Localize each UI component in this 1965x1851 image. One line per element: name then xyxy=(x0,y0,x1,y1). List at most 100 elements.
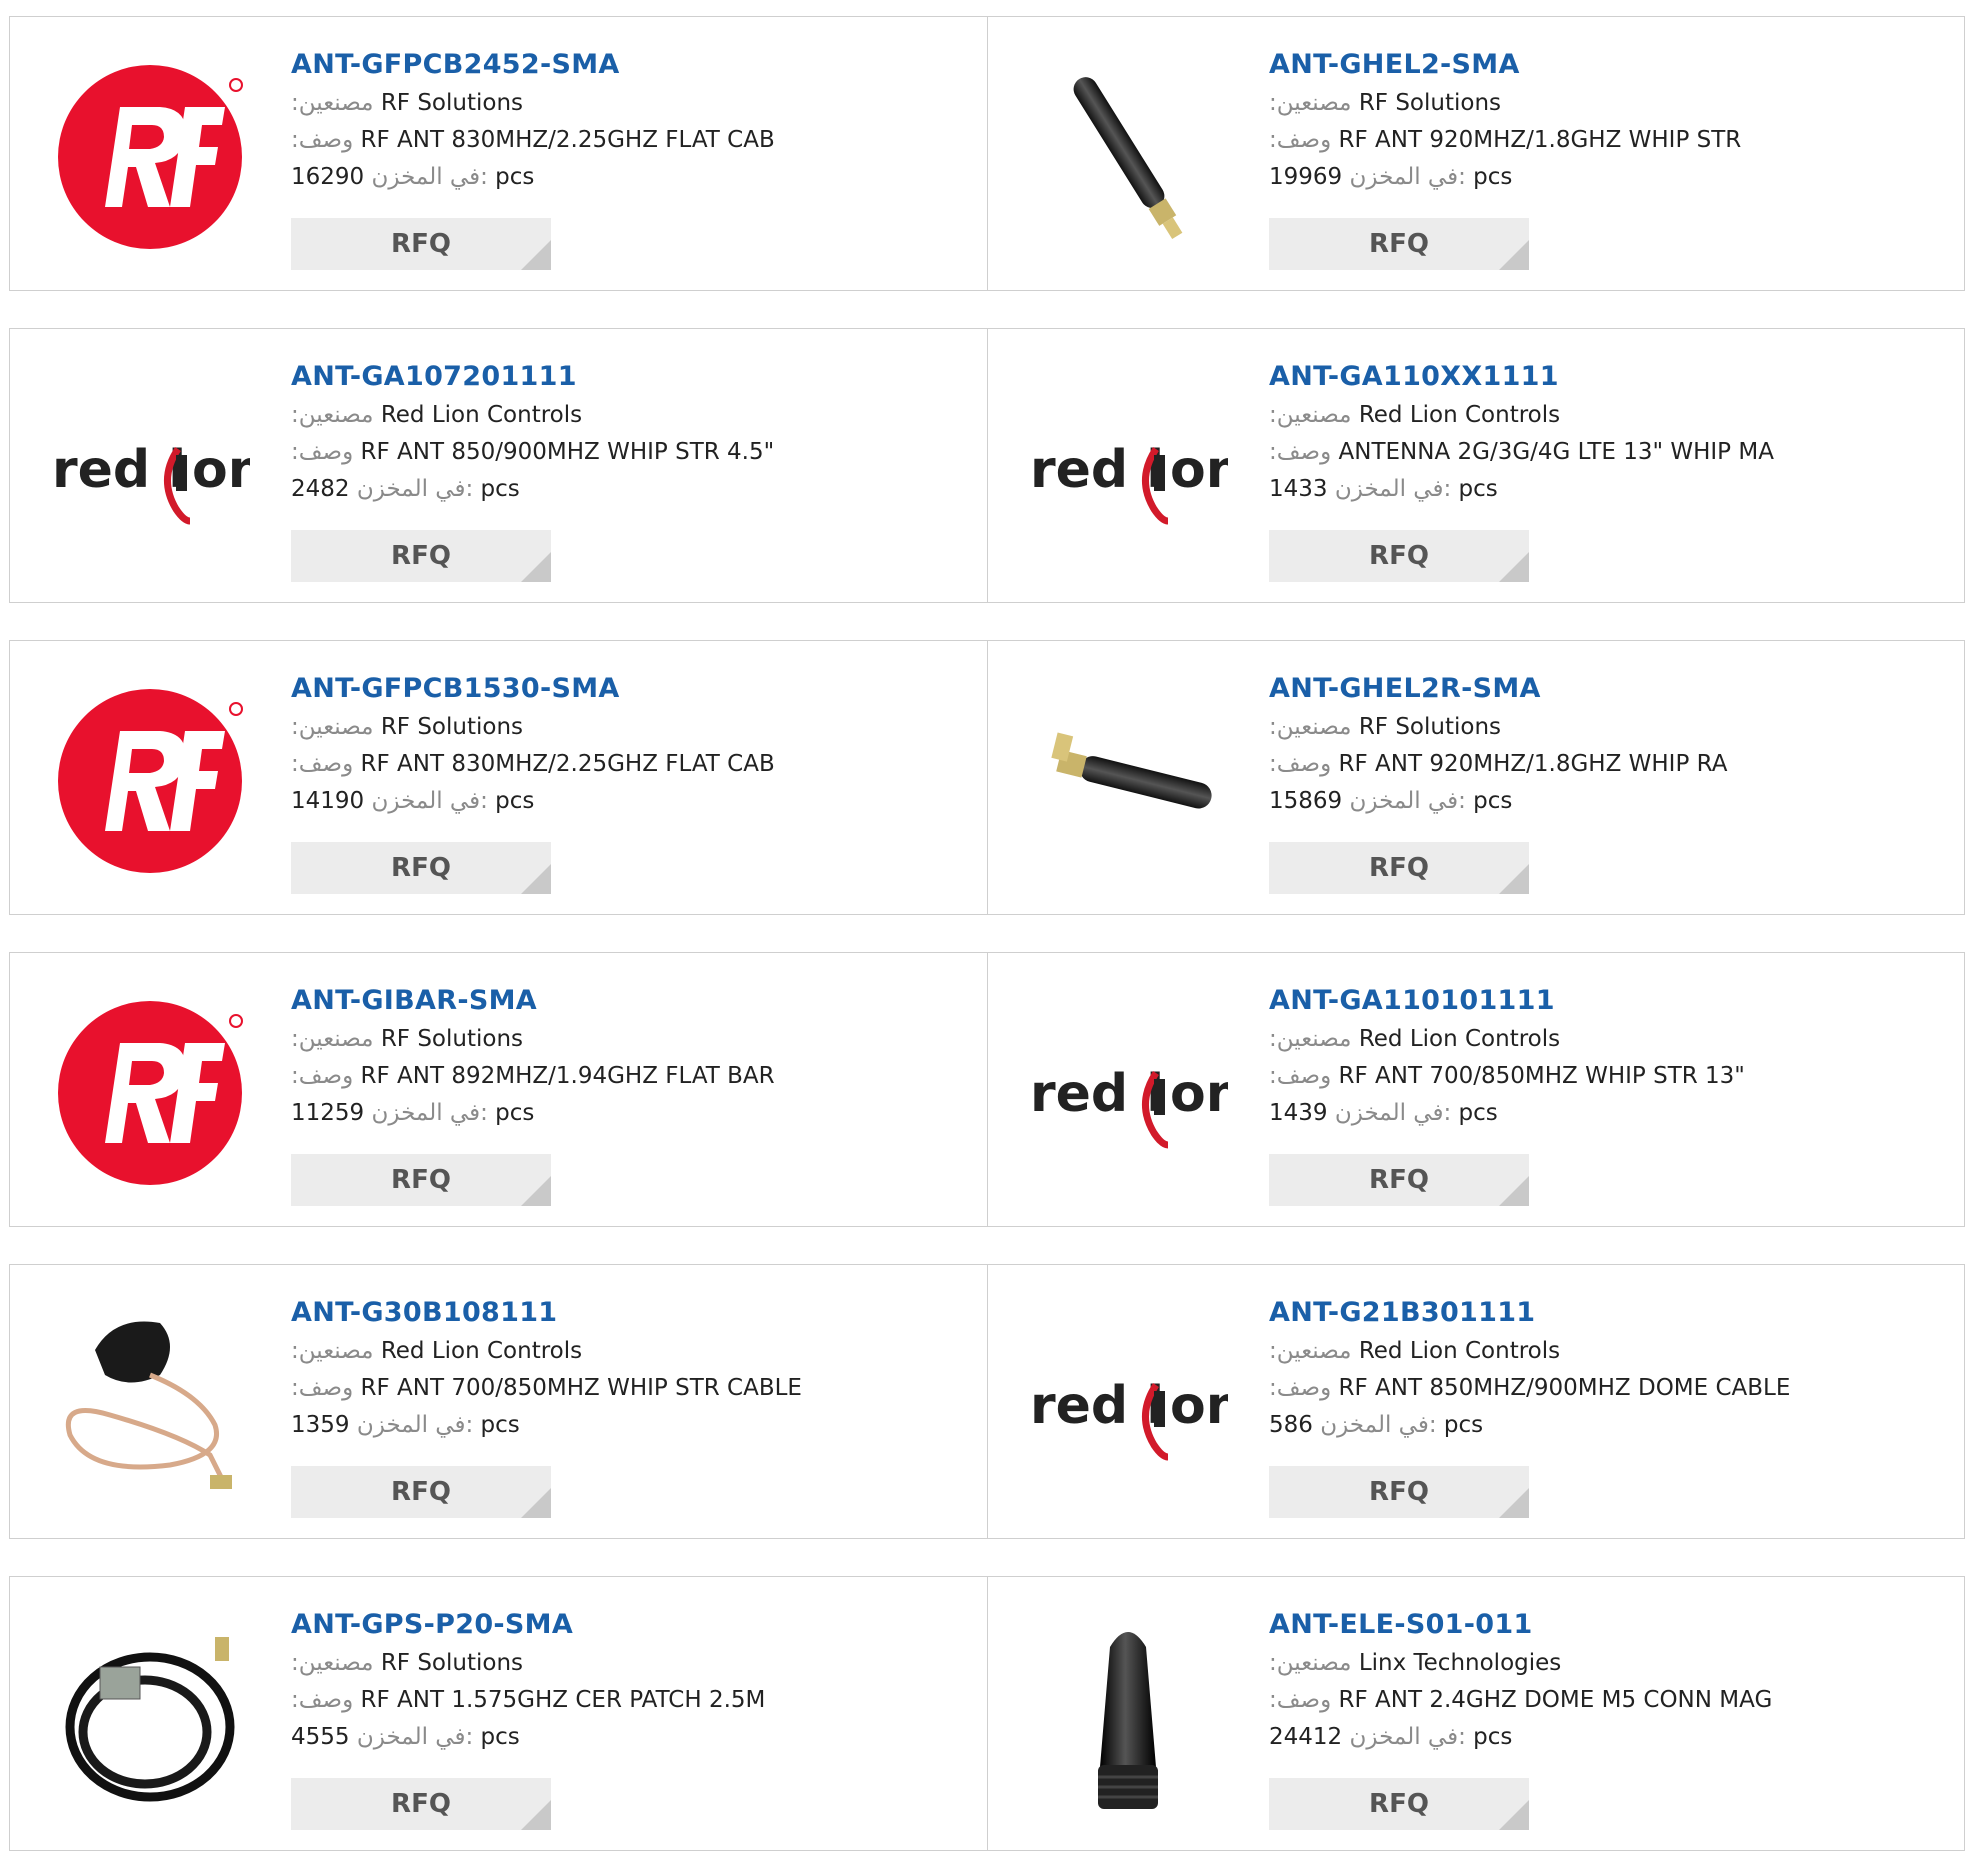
product-image[interactable] xyxy=(1028,57,1228,257)
part-number-link[interactable]: ANT-GFPCB2452-SMA xyxy=(291,45,971,85)
description-line: :وصف RF ANT 1.575GHZ CER PATCH 2.5M xyxy=(291,1682,971,1719)
rfq-button[interactable]: RFQ xyxy=(1269,842,1529,894)
rfq-button[interactable]: RFQ xyxy=(291,1778,551,1830)
svg-text:rfsolutions: rfsolutions xyxy=(50,758,51,850)
part-number-link[interactable]: ANT-GFPCB1530-SMA xyxy=(291,669,971,709)
svg-text:on: on xyxy=(192,440,250,500)
rfq-button[interactable]: RFQ xyxy=(291,218,551,270)
rfq-button[interactable]: RFQ xyxy=(291,1154,551,1206)
stock-value: 15869 xyxy=(1269,788,1343,814)
product-image[interactable] xyxy=(50,1305,250,1505)
product-card: red l on ANT-GA110101111:مصنعين Red Lion… xyxy=(987,953,1964,1226)
stock-unit: pcs xyxy=(1473,788,1513,814)
product-info: ANT-GPS-P20-SMA:مصنعين RF Solutions:وصف … xyxy=(291,1605,971,1756)
product-image[interactable]: rfsolutions xyxy=(50,57,250,257)
manufacturer-value: Red Lion Controls xyxy=(380,1338,583,1364)
stock-unit: pcs xyxy=(495,1100,535,1126)
description-label: :وصف xyxy=(291,439,354,465)
product-image[interactable] xyxy=(50,1617,250,1817)
manufacturer-line: :مصنعين RF Solutions xyxy=(291,85,971,122)
description-label: :وصف xyxy=(291,1687,354,1713)
rfq-button[interactable]: RFQ xyxy=(1269,1154,1529,1206)
product-info: ANT-GIBAR-SMA:مصنعين RF Solutions:وصف RF… xyxy=(291,981,971,1132)
stock-label: في المخزن: xyxy=(349,476,481,502)
stock-line: 586 في المخزن: pcs xyxy=(1269,1407,1949,1444)
part-number-link[interactable]: ANT-GA107201111 xyxy=(291,357,971,397)
svg-text:on: on xyxy=(1170,440,1228,500)
stock-line: 19969 في المخزن: pcs xyxy=(1269,159,1949,196)
stock-value: 11259 xyxy=(291,1100,365,1126)
manufacturer-line: :مصنعين RF Solutions xyxy=(1269,709,1949,746)
description-label: :وصف xyxy=(291,127,354,153)
stock-value: 4555 xyxy=(291,1724,350,1750)
product-row: rfsolutions ANT-GIBAR-SMA:مصنعين RF Solu… xyxy=(9,952,1965,1227)
stock-unit: pcs xyxy=(480,1724,520,1750)
product-image[interactable]: rfsolutions xyxy=(50,993,250,1193)
part-number-link[interactable]: ANT-GIBAR-SMA xyxy=(291,981,971,1021)
red-lion-logo[interactable]: red l on xyxy=(1028,993,1228,1193)
stock-line: 24412 في المخزن: pcs xyxy=(1269,1719,1949,1756)
stock-value: 2482 xyxy=(291,476,350,502)
stock-value: 19969 xyxy=(1269,164,1343,190)
stock-unit: pcs xyxy=(480,1412,520,1438)
stock-unit: pcs xyxy=(495,788,535,814)
description-value: RF ANT 2.4GHZ DOME M5 CONN MAG xyxy=(1338,1687,1773,1713)
red-lion-logo[interactable]: red l on xyxy=(50,369,250,569)
stock-label: في المخزن: xyxy=(1342,1724,1474,1750)
part-number-link[interactable]: ANT-G30B108111 xyxy=(291,1293,971,1333)
product-info: ANT-GHEL2R-SMA:مصنعين RF Solutions:وصف R… xyxy=(1269,669,1949,820)
part-number-link[interactable]: ANT-GHEL2R-SMA xyxy=(1269,669,1949,709)
red-lion-logo[interactable]: red l on xyxy=(1028,1305,1228,1505)
rfq-button[interactable]: RFQ xyxy=(291,1466,551,1518)
rfq-button[interactable]: RFQ xyxy=(1269,218,1529,270)
product-row: rfsolutions ANT-GFPCB1530-SMA :مصنعين RF … xyxy=(9,640,1965,915)
manufacturer-value: RF Solutions xyxy=(380,714,524,740)
manufacturer-label: :مصنعين xyxy=(291,402,374,428)
description-value: RF ANT 700/850MHZ WHIP STR CABLE xyxy=(360,1375,802,1401)
stock-value: 1439 xyxy=(1269,1100,1328,1126)
manufacturer-label: :مصنعين xyxy=(1269,402,1352,428)
description-line: :وصف RF ANT 700/850MHZ WHIP STR CABLE xyxy=(291,1370,971,1407)
rfq-button[interactable]: RFQ xyxy=(291,842,551,894)
manufacturer-label: :مصنعين xyxy=(1269,1650,1352,1676)
description-line: :وصف RF ANT 920MHZ/1.8GHZ WHIP RA xyxy=(1269,746,1949,783)
product-image[interactable] xyxy=(1028,1617,1228,1817)
manufacturer-line: :مصنعين Linx Technologies xyxy=(1269,1645,1949,1682)
description-value: ANTENNA 2G/3G/4G LTE 13" WHIP MA xyxy=(1338,439,1774,465)
product-grid: rfsolutions ANT-GFPCB2452-SMA:مصنعين RF … xyxy=(0,0,1965,1851)
part-number-link[interactable]: ANT-GA110XX1111 xyxy=(1269,357,1949,397)
product-card: rfsolutions ANT-GIBAR-SMA:مصنعين RF Solu… xyxy=(10,953,987,1226)
product-image[interactable] xyxy=(1028,681,1228,881)
red-lion-logo[interactable]: red l on xyxy=(1028,369,1228,569)
manufacturer-label: :مصنعين xyxy=(291,1650,374,1676)
part-number-link[interactable]: ANT-G21B301111 xyxy=(1269,1293,1949,1333)
description-line: :وصف RF ANT 850/900MHZ WHIP STR 4.5" xyxy=(291,434,971,471)
stock-line: 11259 في المخزن: pcs xyxy=(291,1095,971,1132)
manufacturer-line: :مصنعين Red Lion Controls xyxy=(291,397,971,434)
stock-label: في المخزن: xyxy=(364,1100,496,1126)
description-label: :وصف xyxy=(1269,1063,1332,1089)
part-number-link[interactable]: ANT-GPS-P20-SMA xyxy=(291,1605,971,1645)
manufacturer-value: Red Lion Controls xyxy=(1358,1338,1561,1364)
svg-text:on: on xyxy=(1170,1376,1228,1436)
rfq-button[interactable]: RFQ xyxy=(1269,1466,1529,1518)
part-number-link[interactable]: ANT-GHEL2-SMA xyxy=(1269,45,1949,85)
description-label: :وصف xyxy=(291,1375,354,1401)
rfq-button[interactable]: RFQ xyxy=(1269,530,1529,582)
product-info: ANT-GFPCB2452-SMA:مصنعين RF Solutions:وص… xyxy=(291,45,971,196)
description-line: :وصف RF ANT 830MHZ/2.25GHZ FLAT CAB xyxy=(291,122,971,159)
rfq-button[interactable]: RFQ xyxy=(1269,1778,1529,1830)
stock-value: 1359 xyxy=(291,1412,350,1438)
rfq-button[interactable]: RFQ xyxy=(291,530,551,582)
part-number-link[interactable]: ANT-ELE-S01-011 xyxy=(1269,1605,1949,1645)
stock-label: في المخزن: xyxy=(364,164,496,190)
stock-unit: pcs xyxy=(1458,1100,1498,1126)
stock-line: 16290 في المخزن: pcs xyxy=(291,159,971,196)
product-row: ANT-GPS-P20-SMA:مصنعين RF Solutions:وصف … xyxy=(9,1576,1965,1851)
stock-unit: pcs xyxy=(480,476,520,502)
product-image[interactable]: rfsolutions xyxy=(50,681,250,881)
stock-value: 14190 xyxy=(291,788,365,814)
description-value: RF ANT 892MHZ/1.94GHZ FLAT BAR xyxy=(360,1063,775,1089)
stock-line: 1433 في المخزن: pcs xyxy=(1269,471,1949,508)
part-number-link[interactable]: ANT-GA110101111 xyxy=(1269,981,1949,1021)
